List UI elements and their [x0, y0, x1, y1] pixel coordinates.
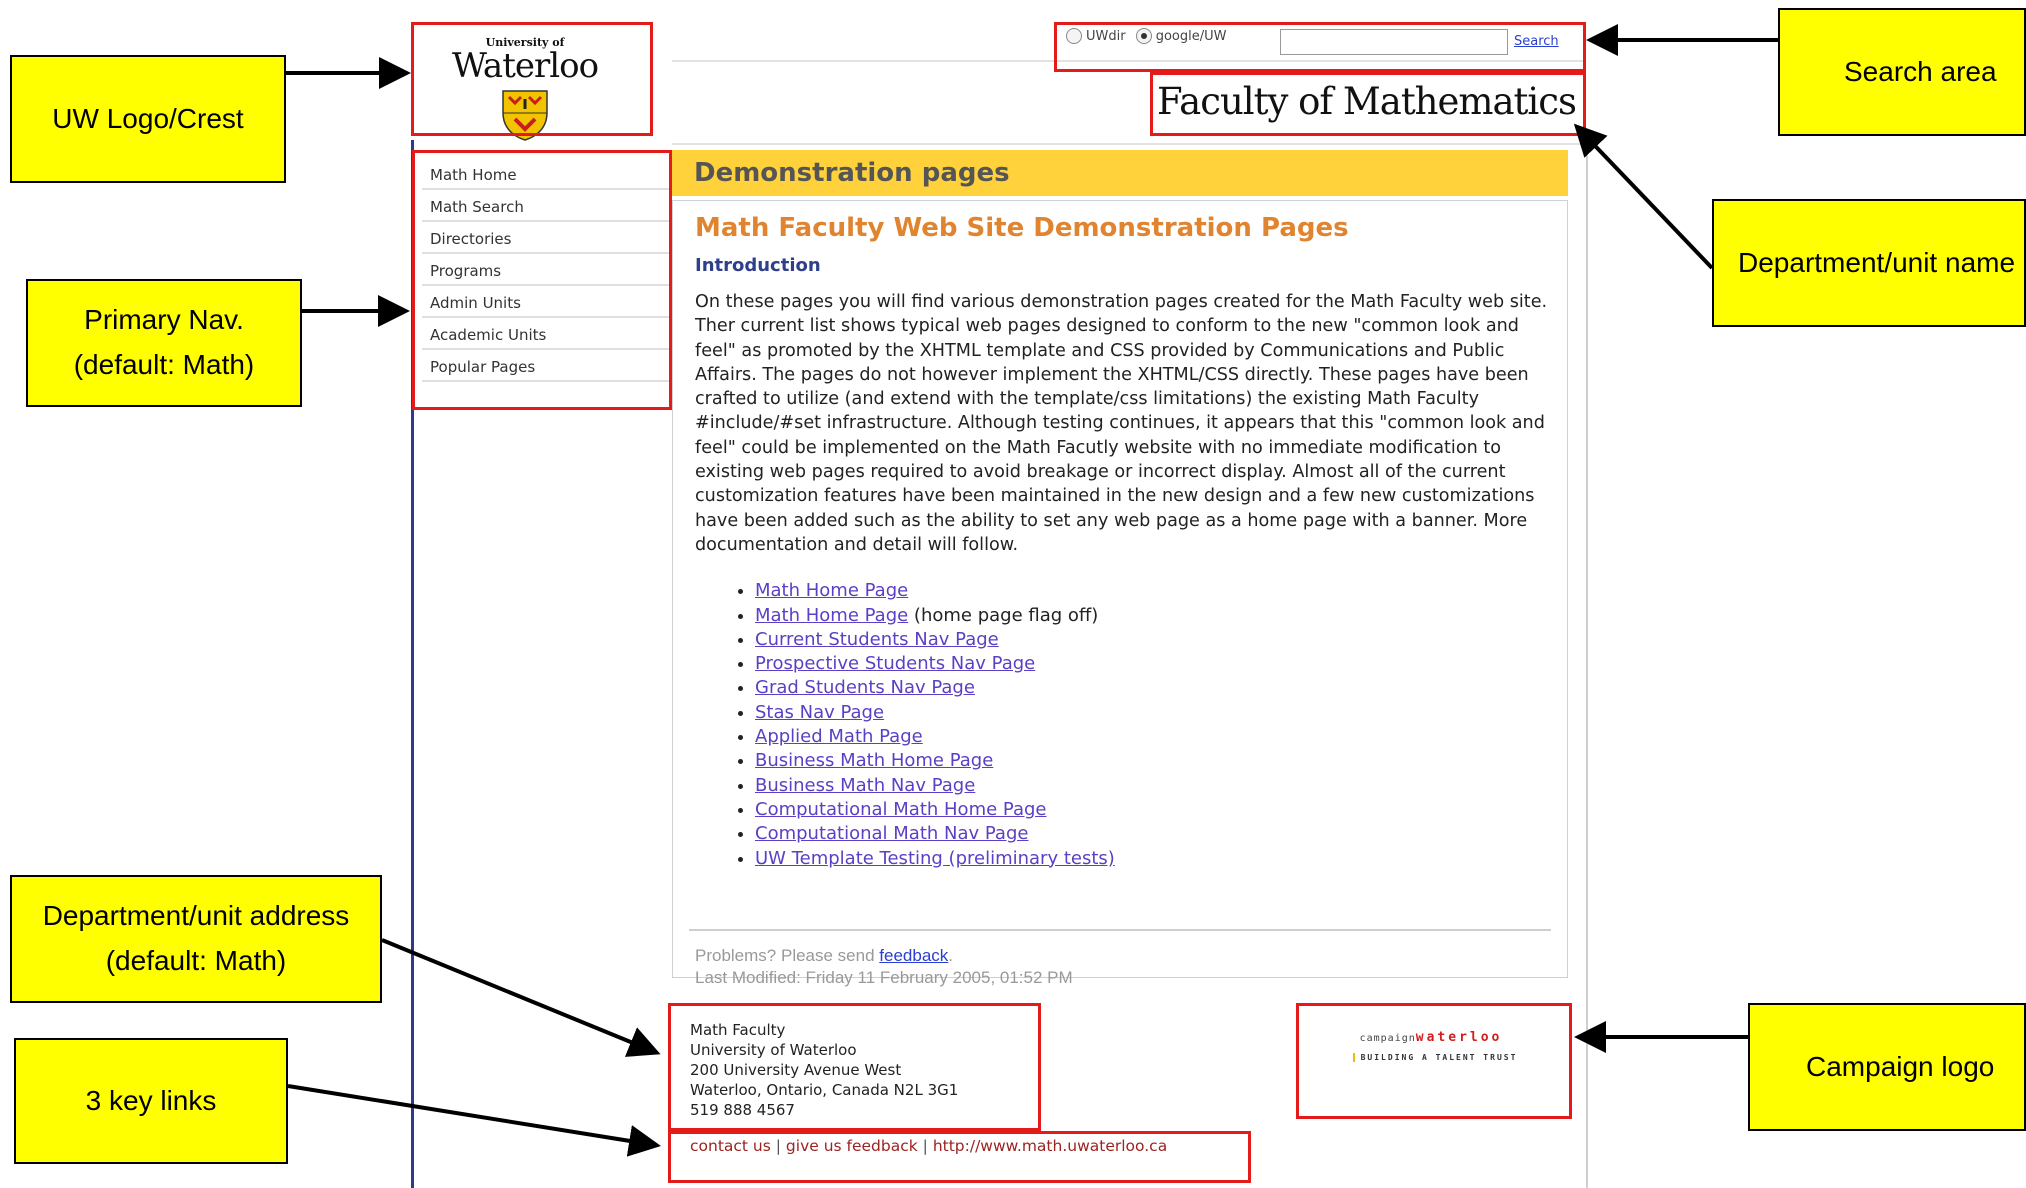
separator: |	[770, 1137, 786, 1155]
separator: |	[917, 1137, 933, 1155]
feedback-link[interactable]: feedback	[879, 946, 948, 965]
logo-wordmark: Waterloo	[451, 46, 599, 86]
nav-item-math-home[interactable]: Math Home	[422, 160, 670, 190]
address-phone: 519 888 4567	[690, 1101, 795, 1119]
header-divider-bottom	[672, 143, 1586, 145]
search-button[interactable]: Search	[1514, 34, 1559, 49]
uw-logo[interactable]: University of Waterloo	[440, 30, 610, 141]
list-item: Math Home Page	[755, 579, 1551, 603]
list-item: Business Math Nav Page	[755, 774, 1551, 798]
nav-item-admin-units[interactable]: Admin Units	[422, 288, 670, 318]
left-border-rule	[411, 140, 414, 1188]
search-area: UWdir google/UW Search	[1066, 28, 1578, 60]
note-address-line1: Department/unit address	[42, 900, 350, 932]
link-suffix: (home page flag off)	[908, 604, 1099, 626]
campaign-name: waterloo	[1415, 1030, 1503, 1045]
last-modified: Last Modified: Friday 11 February 2005, …	[695, 968, 1073, 987]
list-item: UW Template Testing (preliminary tests)	[755, 847, 1551, 871]
campaign-logo[interactable]: campaignwaterloo BUILDING A TALENT TRUST	[1296, 1030, 1566, 1064]
link-grad-students[interactable]: Grad Students Nav Page	[755, 677, 975, 698]
address-line: University of Waterloo	[690, 1041, 857, 1059]
list-item: Applied Math Page	[755, 725, 1551, 749]
link-computational-math-nav[interactable]: Computational Math Nav Page	[755, 823, 1028, 844]
page-title: Math Faculty Web Site Demonstration Page…	[695, 213, 1349, 243]
list-item: Current Students Nav Page	[755, 628, 1551, 652]
campaign-tagline: BUILDING A TALENT TRUST	[1352, 1053, 1518, 1062]
primary-nav: Math Home Math Search Directories Progra…	[422, 160, 670, 384]
link-business-math-home[interactable]: Business Math Home Page	[755, 750, 993, 771]
note-nav: Primary Nav. (default: Math)	[26, 279, 302, 407]
radio-uwdir[interactable]	[1066, 28, 1082, 44]
address-line: Math Faculty	[690, 1021, 786, 1039]
list-item: Stas Nav Page	[755, 701, 1551, 725]
nav-item-academic-units[interactable]: Academic Units	[422, 320, 670, 350]
list-item: Math Home Page (home page flag off)	[755, 604, 1551, 628]
list-item: Computational Math Nav Page	[755, 822, 1551, 846]
nav-item-programs[interactable]: Programs	[422, 256, 670, 286]
radio-uwdir-label: UWdir	[1086, 28, 1126, 44]
campaign-prefix: campaign	[1359, 1033, 1416, 1044]
demo-links-list: Math Home Page Math Home Page (home page…	[689, 579, 1551, 871]
list-item: Prospective Students Nav Page	[755, 652, 1551, 676]
problems-text: Problems? Please send	[695, 946, 880, 965]
radio-google-uw-label: google/UW	[1155, 28, 1227, 44]
arrow-dept-name	[1573, 123, 1714, 270]
nav-item-popular-pages[interactable]: Popular Pages	[422, 352, 670, 382]
address-line: 200 University Avenue West	[690, 1061, 902, 1079]
page-banner: Demonstration pages	[672, 150, 1568, 196]
list-item: Grad Students Nav Page	[755, 676, 1551, 700]
link-computational-math-home[interactable]: Computational Math Home Page	[755, 799, 1046, 820]
note-address: Department/unit address (default: Math)	[10, 875, 382, 1003]
address-line: Waterloo, Ontario, Canada N2L 3G1	[690, 1081, 959, 1099]
list-item: Business Math Home Page	[755, 749, 1551, 773]
note-key-links: 3 key links	[14, 1038, 288, 1164]
search-input[interactable]	[1280, 29, 1508, 55]
note-nav-line1: Primary Nav.	[84, 304, 244, 336]
right-border-rule	[1586, 140, 1588, 1188]
link-uw-template-testing[interactable]: UW Template Testing (preliminary tests)	[755, 848, 1115, 869]
crest-icon	[502, 90, 548, 141]
link-math-home-flag-off[interactable]: Math Home Page	[755, 605, 908, 626]
note-address-line2: (default: Math)	[105, 945, 287, 976]
link-stas-nav[interactable]: Stas Nav Page	[755, 702, 884, 723]
problems-suffix: .	[948, 946, 954, 965]
key-links: contact us | give us feedback | http://w…	[690, 1137, 1167, 1155]
note-dept-name: Department/unit name	[1712, 199, 2026, 327]
unit-address: Math Faculty University of Waterloo 200 …	[690, 1020, 958, 1120]
note-search: Search area	[1778, 8, 2026, 136]
page-meta: Problems? Please send feedback. Last Mod…	[695, 945, 1073, 989]
note-campaign: Campaign logo	[1748, 1003, 2026, 1131]
main-content: Demonstration pages Math Faculty Web Sit…	[672, 150, 1568, 987]
radio-google-uw[interactable]	[1135, 28, 1152, 44]
header-divider	[672, 60, 1584, 62]
section-heading: Introduction	[695, 255, 821, 276]
link-prospective-students[interactable]: Prospective Students Nav Page	[755, 653, 1035, 674]
note-logo: UW Logo/Crest	[10, 55, 286, 183]
nav-item-math-search[interactable]: Math Search	[422, 192, 670, 222]
intro-paragraph: On these pages you will find various dem…	[695, 292, 1548, 555]
link-math-home[interactable]: Math Home Page	[755, 580, 908, 601]
content-divider	[689, 929, 1551, 931]
contact-us-link[interactable]: contact us	[690, 1137, 771, 1155]
give-feedback-link[interactable]: give us feedback	[786, 1137, 918, 1155]
note-nav-line2: (default: Math)	[73, 349, 255, 380]
list-item: Computational Math Home Page	[755, 798, 1551, 822]
link-business-math-nav[interactable]: Business Math Nav Page	[755, 775, 975, 796]
site-url-link[interactable]: http://www.math.uwaterloo.ca	[933, 1137, 1167, 1155]
content-box: Math Faculty Web Site Demonstration Page…	[672, 200, 1568, 987]
faculty-name: Faculty of Mathematics	[1157, 80, 1577, 123]
link-applied-math[interactable]: Applied Math Page	[755, 726, 923, 747]
nav-item-directories[interactable]: Directories	[422, 224, 670, 254]
link-current-students[interactable]: Current Students Nav Page	[755, 629, 999, 650]
